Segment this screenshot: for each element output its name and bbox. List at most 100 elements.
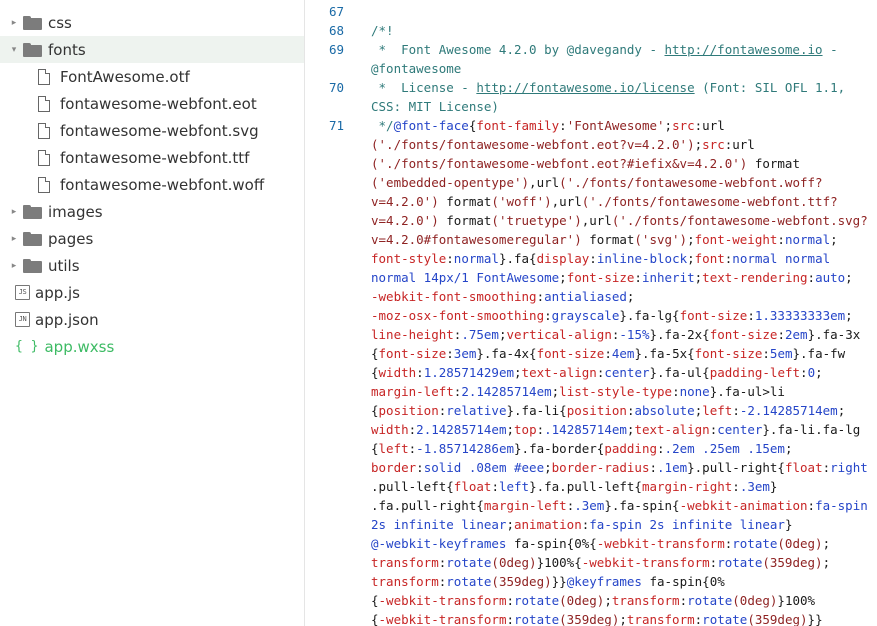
code-token: CSS: MIT License) — [371, 99, 499, 114]
code-token: font-size — [536, 346, 605, 361]
line-number: 69 — [328, 42, 344, 57]
code-token: : — [416, 365, 424, 380]
code-line[interactable]: {font-size:3em}.fa-4x{font-size:4em}.fa-… — [371, 346, 845, 361]
code-line[interactable]: transform:rotate(0deg)}100%{-webkit-tran… — [371, 555, 830, 570]
code-token: format — [747, 156, 800, 171]
code-line[interactable]: CSS: MIT License) — [371, 99, 499, 114]
code-token: v=4.2.0') — [371, 213, 439, 228]
code-line[interactable]: ('embedded-opentype'),url('./fonts/fonta… — [371, 175, 823, 190]
tree-item-fontawesome-webfont-svg[interactable]: fontawesome-webfont.svg — [0, 117, 304, 144]
code-token: }} — [551, 574, 567, 589]
code-line[interactable]: {width:1.28571429em;text-align:center}.f… — [371, 365, 823, 380]
code-line[interactable]: font-style:normal}.fa{display:inline-blo… — [371, 251, 830, 266]
code-line[interactable]: * License - http://fontawesome.io/licens… — [371, 80, 846, 95]
code-line[interactable]: border:solid .08em #eee;border-radius:.1… — [371, 460, 868, 475]
code-line[interactable]: normal 14px/1 FontAwesome;font-size:inhe… — [371, 270, 853, 285]
tree-item-fontawesome-webfont-eot[interactable]: fontawesome-webfont.eot — [0, 90, 304, 117]
code-line[interactable]: {-webkit-transform:rotate(0deg);transfor… — [371, 593, 815, 608]
code-line[interactable]: /*! — [371, 23, 394, 38]
tree-item-label: fonts — [48, 40, 86, 59]
code-token[interactable]: http://fontawesome.io/license — [476, 80, 694, 95]
code-token: (0deg) — [491, 555, 537, 570]
code-line[interactable]: line-height:.75em;vertical-align:-15%}.f… — [371, 327, 860, 342]
tree-item-fontawesome-otf[interactable]: FontAwesome.otf — [0, 63, 304, 90]
code-line[interactable]: 2s infinite linear;animation:fa-spin 2s … — [371, 517, 792, 532]
code-token: src — [702, 137, 725, 152]
code-token: { — [371, 612, 379, 626]
tree-item-app-wxss[interactable]: { } app.wxss — [0, 333, 304, 360]
code-token: ; — [822, 555, 831, 570]
tree-item-fontawesome-webfont-ttf[interactable]: fontawesome-webfont.ttf — [0, 144, 304, 171]
code-token: }.fa-border{ — [514, 441, 605, 456]
code-token: /*! — [371, 23, 394, 38]
chevron-right-icon[interactable]: ▸ — [9, 18, 19, 28]
tree-item-label: app.js — [35, 283, 80, 302]
code-line[interactable]: v=4.2.0') format('woff'),url('./fonts/fo… — [371, 194, 838, 209]
code-line[interactable]: ('./fonts/fontawesome-webfont.eot?v=4.2.… — [371, 137, 755, 152]
code-token: 3em — [453, 346, 477, 361]
code-line[interactable]: {position:relative}.fa-li{position:absol… — [371, 403, 845, 418]
code-token: : — [732, 479, 740, 494]
tree-item-utils[interactable]: ▸ utils — [0, 252, 304, 279]
code-line[interactable]: v=4.2.0') format('truetype'),url('./font… — [371, 213, 868, 228]
code-token: : — [800, 365, 808, 380]
code-line[interactable]: .pull-left{float:left}.fa.pull-left{marg… — [371, 479, 777, 494]
code-line[interactable]: -webkit-font-smoothing:antialiased; — [371, 289, 634, 304]
code-token: font-size — [694, 346, 763, 361]
tree-item-app-js[interactable]: JS app.js — [0, 279, 304, 306]
code-line[interactable]: .fa.pull-right{margin-left: .3em}.fa-spin… — [371, 498, 868, 513]
tree-item-fonts[interactable]: ▾ fonts — [0, 36, 304, 63]
code-token: { — [371, 593, 379, 608]
code-token: fa-spin{0%{ — [506, 536, 597, 551]
code-token: .1em — [657, 460, 688, 475]
tree-item-images[interactable]: ▸ images — [0, 198, 304, 225]
code-line[interactable]: @fontawesome — [371, 61, 461, 76]
code-line[interactable]: width:2.14285714em;top:.14285714em;text-… — [371, 422, 860, 437]
code-token: : — [589, 251, 597, 266]
code-line[interactable]: ('./fonts/fontawesome-webfont.eot?#iefix… — [371, 156, 800, 171]
code-line[interactable]: * Font Awesome 4.2.0 by @davegandy - htt… — [371, 42, 838, 57]
code-token: none — [679, 384, 710, 399]
code-token: }.fa-spin{ — [604, 498, 680, 513]
code-line[interactable]: -moz-osx-font-smoothing:grayscale}.fa-lg… — [371, 308, 853, 323]
code-line[interactable]: {left:-1.85714286em}.fa-border{padding:.… — [371, 441, 793, 456]
code-line[interactable]: {-webkit-transform:rotate(359deg);transf… — [371, 612, 823, 626]
code-token: 2.14285714em — [416, 422, 507, 437]
line-number: 68 — [328, 23, 344, 38]
code-token: ('./fonts/fontawesome-webfont.svg? — [611, 213, 868, 228]
code-line[interactable]: margin-left:2.14285714em;list-style-type… — [371, 384, 785, 399]
chevron-right-icon[interactable]: ▸ — [9, 261, 19, 271]
code-line[interactable]: v=4.2.0#fontawesomeregular') format('svg… — [371, 232, 838, 247]
line-number: 70 — [328, 80, 344, 95]
code-line[interactable]: @-webkit-keyframes fa-spin{0%{-webkit-tr… — [371, 536, 830, 551]
chevron-right-icon[interactable]: ▸ — [9, 234, 19, 244]
code-token: border — [371, 460, 417, 475]
code-token: format — [581, 232, 635, 247]
code-token: font-family — [476, 118, 560, 133]
chevron-down-icon[interactable]: ▾ — [9, 45, 19, 55]
code-token: transform — [626, 612, 695, 626]
code-token: .75em — [461, 327, 499, 342]
code-token[interactable]: http://fontawesome.io — [665, 42, 823, 57]
chevron-right-icon[interactable]: ▸ — [9, 207, 19, 217]
code-token: : — [807, 270, 816, 285]
folder-icon — [23, 42, 42, 57]
code-line[interactable]: transform:rotate(359deg)}}@keyframes fa-… — [371, 574, 725, 589]
code-token: transform — [371, 574, 439, 589]
code-line[interactable]: */@font-face{font-family:'FontAwesome';s… — [371, 118, 725, 133]
code-editor[interactable]: 67 68 69 70 71 /*! * Font Awesome 4.2.0 by @d… — [306, 0, 877, 626]
code-token: -webkit-transform — [378, 612, 507, 626]
code-token: ('./fonts/fontawesome-webfont.eot?#iefix… — [371, 156, 748, 171]
tree-item-fontawesome-webfont-woff[interactable]: fontawesome-webfont.woff — [0, 171, 304, 198]
code-token: ; — [815, 365, 823, 380]
code-token: : — [536, 289, 545, 304]
code-token: ,url — [551, 194, 582, 209]
code-token: antialiased — [544, 289, 627, 304]
code-token: rotate — [514, 593, 560, 608]
tree-item-pages[interactable]: ▸ pages — [0, 225, 304, 252]
tree-item-css[interactable]: ▸ css — [0, 9, 304, 36]
code-token: (0deg) — [732, 593, 778, 608]
code-token: solid .08em #eee — [423, 460, 545, 475]
tree-item-app-json[interactable]: JN app.json — [0, 306, 304, 333]
code-token: vertical-align — [506, 327, 612, 342]
